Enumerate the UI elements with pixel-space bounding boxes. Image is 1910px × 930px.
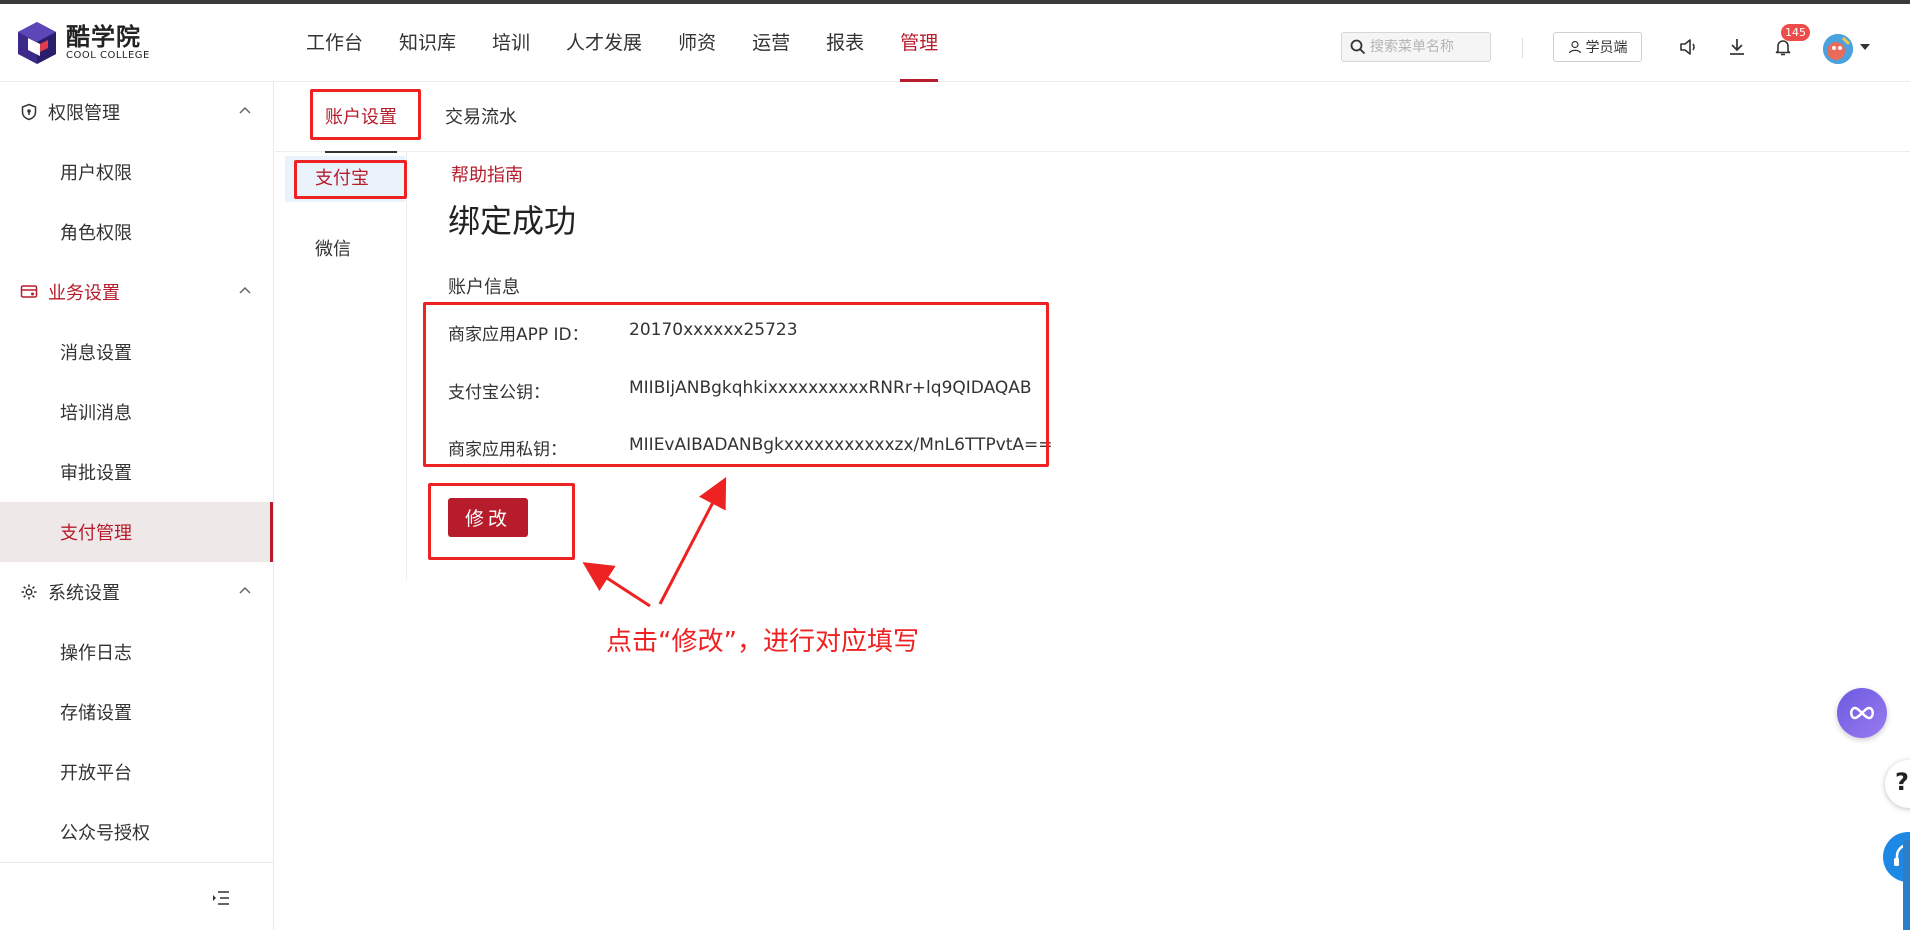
infinity-icon xyxy=(1850,706,1874,720)
avatar-dropdown-icon[interactable] xyxy=(1860,44,1870,50)
collapse-sidebar-icon[interactable] xyxy=(212,891,230,905)
ai-assistant-button[interactable] xyxy=(1837,688,1887,738)
notification-badge: 145 xyxy=(1781,24,1810,41)
sidebar-group-business[interactable]: 业务设置 xyxy=(0,262,273,322)
sidebar-item-operation-log[interactable]: 操作日志 xyxy=(0,622,273,682)
gear-icon xyxy=(21,584,37,600)
logo-subtitle: COOL COLLEGE xyxy=(66,50,150,61)
arrow-to-info-icon xyxy=(658,477,727,605)
sidebar-item-user-permissions[interactable]: 用户权限 xyxy=(0,142,273,202)
sidebar-footer xyxy=(0,862,274,930)
sidebar-item-approval-settings[interactable]: 审批设置 xyxy=(0,442,273,502)
sidebar-group-label: 业务设置 xyxy=(48,283,120,304)
logo-title: 酷学院 xyxy=(66,23,141,51)
logo-cube-icon xyxy=(18,22,56,64)
menu-search[interactable] xyxy=(1341,32,1491,62)
chevron-up-icon xyxy=(239,586,251,594)
binding-status-title: 绑定成功 xyxy=(448,202,577,240)
annotation-text: 点击“修改”，进行对应填写 xyxy=(606,627,919,657)
nav-teachers[interactable]: 师资 xyxy=(660,4,734,82)
help-guide-link[interactable]: 帮助指南 xyxy=(451,161,523,187)
sidebar: 权限管理 用户权限 角色权限 业务设置 消息设置 培训消息 审批设置 支付管理 … xyxy=(0,82,274,930)
help-button[interactable]: ? xyxy=(1885,760,1910,808)
sidebar-item-open-platform[interactable]: 开放平台 xyxy=(0,742,273,802)
sidebar-item-official-account[interactable]: 公众号授权 xyxy=(0,802,273,862)
sidebar-item-message-settings[interactable]: 消息设置 xyxy=(0,322,273,382)
sidebar-group-label: 系统设置 xyxy=(48,583,120,604)
annotation-box-tab xyxy=(310,89,421,140)
sidebar-item-role-permissions[interactable]: 角色权限 xyxy=(0,202,273,262)
question-icon: ? xyxy=(1895,768,1909,796)
search-input[interactable] xyxy=(1370,39,1488,55)
header-divider xyxy=(1522,38,1523,58)
sidebar-item-training-messages[interactable]: 培训消息 xyxy=(0,382,273,442)
sidebar-group-system[interactable]: 系统设置 xyxy=(0,562,273,622)
business-settings-icon xyxy=(20,285,38,298)
avatar[interactable] xyxy=(1823,34,1853,64)
user-icon xyxy=(1568,40,1581,54)
logo[interactable]: 酷学院 COOL COLLEGE xyxy=(16,20,150,66)
tab-bar: 账户设置 交易流水 xyxy=(275,82,1910,153)
tab-transactions[interactable]: 交易流水 xyxy=(445,82,517,152)
search-icon xyxy=(1350,39,1366,55)
student-portal-button[interactable]: 学员端 xyxy=(1553,32,1642,62)
shield-icon xyxy=(21,103,37,121)
payment-method-nav: 支付宝 微信 xyxy=(275,152,407,580)
annotation-box-account-info xyxy=(423,302,1049,467)
side-panel-edge xyxy=(1903,840,1910,930)
annotation-box-edit xyxy=(428,483,575,560)
nav-knowledge[interactable]: 知识库 xyxy=(381,4,474,82)
chevron-up-icon xyxy=(239,286,251,294)
student-portal-label: 学员端 xyxy=(1585,40,1628,56)
speaker-icon[interactable] xyxy=(1677,36,1699,58)
account-info-title: 账户信息 xyxy=(448,277,520,298)
nav-workbench[interactable]: 工作台 xyxy=(288,4,381,82)
nav-operations[interactable]: 运营 xyxy=(734,4,808,82)
main-nav: 工作台 知识库 培训 人才发展 师资 运营 报表 管理 xyxy=(288,4,956,82)
chevron-up-icon xyxy=(239,106,251,114)
nav-training[interactable]: 培训 xyxy=(474,4,548,82)
sidebar-item-payment-management[interactable]: 支付管理 xyxy=(0,502,273,562)
arrow-to-edit-icon xyxy=(582,562,651,608)
nav-reports[interactable]: 报表 xyxy=(808,4,882,82)
nav-management[interactable]: 管理 xyxy=(882,4,956,82)
top-header: 酷学院 COOL COLLEGE 工作台 知识库 培训 人才发展 师资 运营 报… xyxy=(0,4,1910,82)
subnav-wechat[interactable]: 微信 xyxy=(285,227,405,273)
sidebar-group-label: 权限管理 xyxy=(48,103,120,124)
annotation-box-alipay xyxy=(294,160,407,199)
sidebar-item-storage-settings[interactable]: 存储设置 xyxy=(0,682,273,742)
nav-talent[interactable]: 人才发展 xyxy=(548,4,660,82)
download-icon[interactable] xyxy=(1726,36,1748,58)
sidebar-group-permissions[interactable]: 权限管理 xyxy=(0,82,273,142)
